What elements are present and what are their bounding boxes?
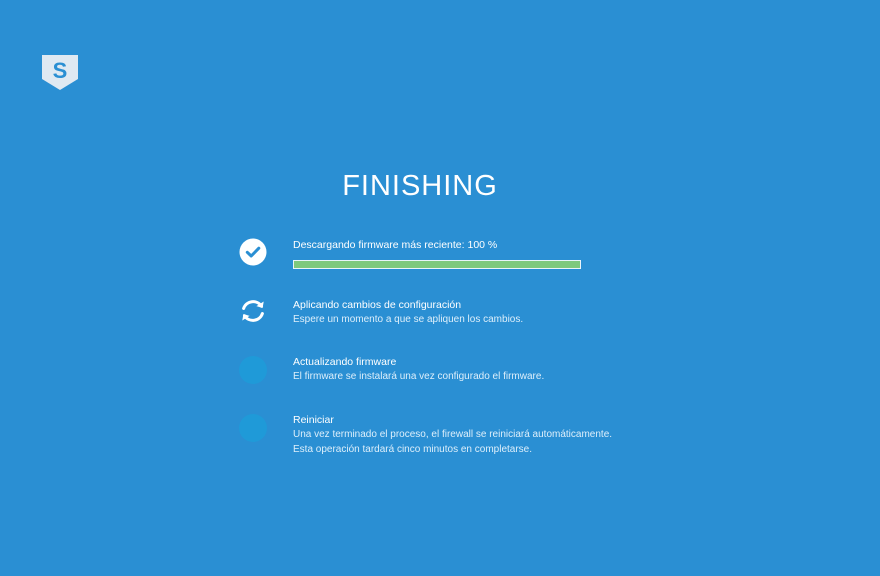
step-title: Aplicando cambios de configuración	[293, 299, 462, 311]
step-title: Descargando firmware más reciente: 100 %	[293, 239, 498, 251]
step-description: Espere un momento a que se apliquen los …	[293, 314, 524, 325]
refresh-icon	[242, 300, 264, 322]
pending-dot-icon	[239, 356, 267, 384]
step-title: Reiniciar	[293, 414, 334, 426]
step-description: El firmware se instalará una vez configu…	[293, 371, 545, 382]
step-title: Actualizando firmware	[293, 356, 397, 368]
download-progress-fill	[294, 261, 580, 268]
step-description: Esta operación tardará cinco minutos en …	[293, 444, 533, 455]
steps-list: Descargando firmware más reciente: 100 %…	[0, 0, 880, 576]
check-circle-icon	[239, 238, 267, 266]
step-description: Una vez terminado el proceso, el firewal…	[293, 429, 613, 440]
pending-dot-icon	[239, 414, 267, 442]
download-progress-bar	[293, 260, 581, 269]
